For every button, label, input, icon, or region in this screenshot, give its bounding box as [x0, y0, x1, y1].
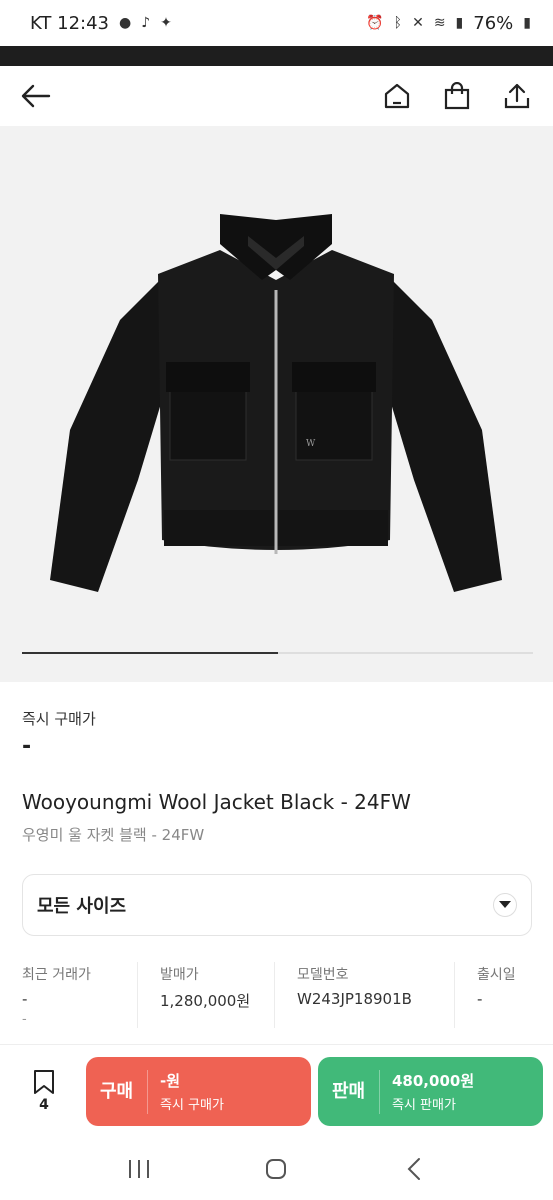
chevron-down-icon: [493, 893, 517, 917]
action-bar: 4 구매 -원 즉시 구매가 판매 480,000원 즉시 판매가: [0, 1044, 553, 1138]
recent-apps-icon: [128, 1160, 149, 1178]
wifi-icon: ≋: [433, 15, 446, 31]
stat-label: 발매가: [160, 967, 199, 983]
stat-label: 최근 거래가: [22, 967, 91, 983]
sell-price: 480,000원: [392, 1072, 475, 1090]
buy-price: -원: [160, 1072, 181, 1090]
notification-icon: ●: [119, 15, 132, 31]
status-bar: KT 12:43 ● ♪ ✦ ⏰ ᛒ ✕ ≋ ▮ 76% ▮: [0, 0, 553, 46]
system-strip: [0, 46, 553, 66]
instant-buy-price: -: [22, 734, 32, 759]
battery-level: 76%: [473, 12, 514, 34]
app-icon: ♪: [141, 15, 151, 31]
home-circle-icon: [266, 1159, 287, 1179]
mute-icon: ✕: [412, 15, 424, 31]
home-icon: [384, 83, 410, 109]
stat-label: 모델번호: [297, 967, 349, 983]
buy-button[interactable]: 구매 -원 즉시 구매가: [86, 1057, 311, 1126]
gallery-progress-indicator: [22, 652, 278, 654]
size-dropdown[interactable]: 모든 사이즈: [22, 874, 532, 936]
sell-price-label: 즉시 판매가: [392, 1098, 456, 1113]
cart-button[interactable]: [441, 80, 473, 112]
stat-label: 출시일: [477, 967, 516, 983]
back-arrow-icon: [21, 84, 51, 108]
stat-value: 1,280,000원: [160, 992, 251, 1010]
stat-sub-value: -: [22, 1012, 27, 1027]
stat-release-price: 발매가 1,280,000원: [137, 962, 274, 1028]
gallery-progress-track: [22, 652, 533, 654]
stat-recent-trade: 최근 거래가 - -: [22, 962, 137, 1028]
signal-icon: ▮: [455, 15, 464, 31]
status-left: KT 12:43 ● ♪ ✦: [30, 13, 172, 34]
back-nav-button[interactable]: [394, 1149, 434, 1189]
share-icon: [504, 83, 530, 109]
buy-price-label: 즉시 구매가: [160, 1098, 224, 1113]
alarm-icon: ⏰: [366, 15, 384, 31]
svg-text:W: W: [306, 439, 316, 449]
sell-button-title: 판매: [318, 1069, 380, 1114]
app-header: [0, 66, 553, 126]
header-actions: [381, 80, 533, 112]
wishlist-button[interactable]: 4: [22, 1069, 66, 1119]
messenger-icon: ✦: [160, 15, 172, 31]
wishlist-count: 4: [39, 1097, 49, 1113]
recent-apps-button[interactable]: [119, 1149, 159, 1189]
battery-icon: ▮: [523, 15, 531, 31]
buy-button-title: 구매: [86, 1069, 148, 1114]
product-stats: 최근 거래가 - - 발매가 1,280,000원 모델번호 W243JP189…: [22, 962, 533, 1032]
home-button[interactable]: [381, 80, 413, 112]
sell-button[interactable]: 판매 480,000원 즉시 판매가: [318, 1057, 543, 1126]
system-nav-bar: [0, 1138, 553, 1200]
shopping-bag-icon: [444, 82, 470, 110]
share-button[interactable]: [501, 80, 533, 112]
product-image: W: [50, 214, 502, 592]
carrier-time: KT 12:43: [30, 12, 109, 34]
stat-value: W243JP18901B: [297, 990, 412, 1008]
back-button[interactable]: [20, 80, 52, 112]
stat-value: -: [22, 990, 28, 1008]
home-nav-button[interactable]: [256, 1149, 296, 1189]
stat-value: -: [477, 990, 483, 1008]
sell-button-info: 480,000원 즉시 판매가: [380, 1070, 474, 1113]
product-image-gallery[interactable]: W: [0, 126, 553, 682]
instant-buy-price-label: 즉시 구매가: [22, 710, 96, 728]
stat-release-date: 출시일 -: [454, 962, 533, 1028]
bookmark-icon: [34, 1070, 54, 1094]
status-right: ⏰ ᛒ ✕ ≋ ▮ 76% ▮: [366, 13, 531, 34]
product-title-en: Wooyoungmi Wool Jacket Black - 24FW: [22, 790, 411, 814]
buy-button-info: -원 즉시 구매가: [148, 1070, 224, 1113]
size-dropdown-value: 모든 사이즈: [37, 896, 127, 917]
stat-model-number: 모델번호 W243JP18901B: [274, 962, 454, 1028]
back-chevron-icon: [407, 1158, 421, 1180]
product-title-ko: 우영미 울 자켓 블랙 - 24FW: [22, 826, 205, 844]
bluetooth-icon: ᛒ: [393, 15, 403, 31]
